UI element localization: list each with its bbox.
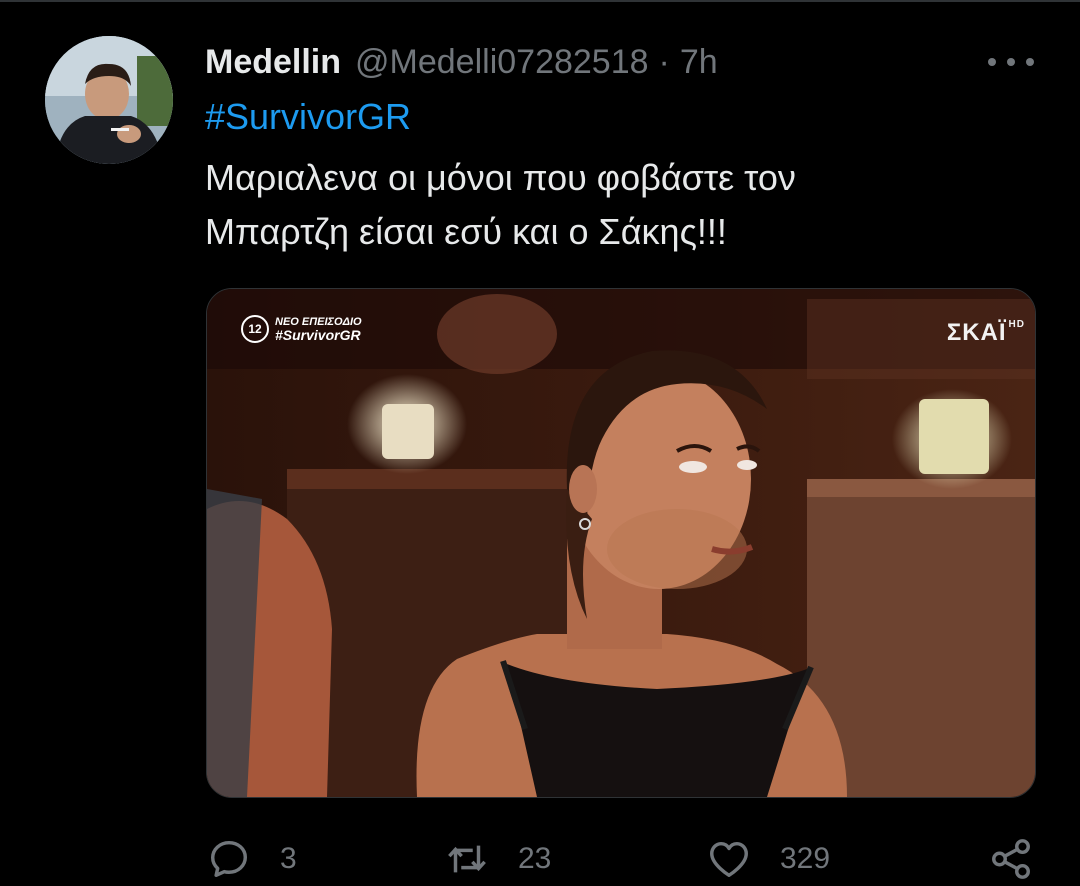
more-dot bbox=[1007, 58, 1015, 66]
tweet-text-line: Μπαρτζη είσαι εσύ και ο Σάκης!!! bbox=[205, 211, 727, 252]
more-dot bbox=[988, 58, 996, 66]
tweet-text: Μαριαλενα οι μόνοι που φοβάστε τον Μπαρτ… bbox=[205, 151, 1025, 259]
tweet-text-line: Μαριαλενα οι μόνοι που φοβάστε τον bbox=[205, 157, 796, 198]
tv-rating-badge: 12 bbox=[241, 315, 269, 343]
share-nodes-icon bbox=[992, 839, 1030, 879]
tv-program-overlay: 12 ΝΕΟ ΕΠΕΙΣΟΔΙΟ #SurvivorGR bbox=[241, 315, 362, 343]
tweet-header: Medellin @Medelli07282518 · 7h bbox=[205, 40, 718, 84]
like-button[interactable]: 329 bbox=[706, 836, 830, 882]
like-count: 329 bbox=[780, 842, 831, 875]
more-dot bbox=[1026, 58, 1034, 66]
top-divider bbox=[0, 0, 1080, 2]
retweet-arrows-icon bbox=[448, 845, 486, 873]
reply-bubble-icon bbox=[210, 840, 248, 878]
channel-logo-suffix: HD bbox=[1008, 319, 1025, 330]
share-button[interactable] bbox=[988, 836, 1034, 882]
reply-count: 3 bbox=[280, 842, 297, 875]
retweet-button[interactable]: 23 bbox=[444, 836, 551, 882]
tweet-action-bar: 3 23 329 bbox=[0, 826, 1080, 886]
tv-still-photo bbox=[207, 289, 1035, 797]
author-avatar[interactable] bbox=[45, 36, 173, 164]
tweet-media-image[interactable]: 12 ΝΕΟ ΕΠΕΙΣΟΔΙΟ #SurvivorGR ΣΚΑΪ HD bbox=[206, 288, 1036, 798]
tweet-timestamp[interactable]: 7h bbox=[680, 43, 718, 82]
reply-button[interactable]: 3 bbox=[206, 836, 297, 882]
tv-overlay-text: ΝΕΟ ΕΠΕΙΣΟΔΙΟ #SurvivorGR bbox=[275, 316, 362, 342]
tv-overlay-line2: #SurvivorGR bbox=[275, 327, 361, 343]
channel-logo-text: ΣΚΑΪ bbox=[946, 319, 1007, 346]
heart-icon bbox=[710, 841, 748, 878]
retweet-count: 23 bbox=[518, 842, 552, 875]
author-handle[interactable]: @Medelli07282518 bbox=[355, 43, 649, 82]
avatar-photo bbox=[45, 36, 173, 164]
author-name[interactable]: Medellin bbox=[205, 43, 341, 82]
hashtag-link[interactable]: #SurvivorGR bbox=[205, 96, 411, 138]
more-options-icon[interactable] bbox=[988, 50, 1034, 74]
channel-logo: ΣΚΑΪ HD bbox=[947, 319, 1025, 347]
header-separator: · bbox=[658, 42, 670, 81]
